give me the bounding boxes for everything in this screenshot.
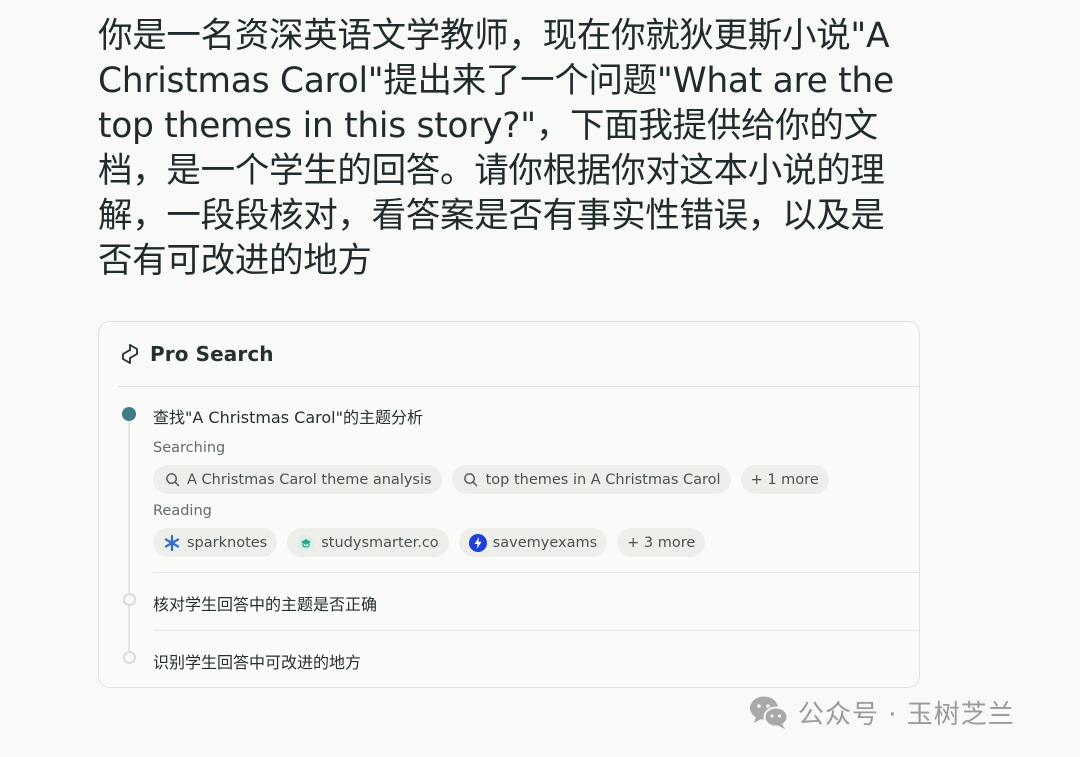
searching-label: Searching bbox=[153, 440, 226, 456]
pro-search-header[interactable]: Pro Search bbox=[118, 342, 274, 366]
step-pending-dot bbox=[122, 593, 136, 606]
step-2-label: 核对学生回答中的主题是否正确 bbox=[153, 595, 378, 614]
pro-search-title: Pro Search bbox=[150, 342, 274, 366]
timeline-line bbox=[128, 422, 130, 662]
more-sources-text: + 3 more bbox=[627, 534, 696, 551]
source-chip-text: studysmarter.co bbox=[321, 534, 439, 551]
studysmarter-icon bbox=[297, 534, 315, 552]
source-chip-text: savemyexams bbox=[492, 534, 598, 551]
watermark: 公众号 · 玉树芝兰 bbox=[748, 692, 1015, 732]
savemyexams-icon bbox=[468, 533, 487, 552]
search-chip[interactable]: A Christmas Carol theme analysis bbox=[153, 465, 442, 494]
source-chip-savemyexams[interactable]: savemyexams bbox=[458, 528, 608, 557]
pro-search-card: Pro Search 查找"A Christmas Carol"的主题分析 Se… bbox=[98, 321, 920, 688]
step-active-dot bbox=[122, 407, 136, 421]
step-1-label: 查找"A Christmas Carol"的主题分析 bbox=[153, 408, 423, 427]
search-query-chips: A Christmas Carol theme analysis top the… bbox=[153, 465, 829, 494]
more-searches-text: + 1 more bbox=[750, 471, 819, 488]
source-chips: sparknotes studysmarter.co savemyexams +… bbox=[153, 528, 706, 557]
search-chip[interactable]: top themes in A Christmas Carol bbox=[451, 465, 731, 494]
more-searches-chip[interactable]: + 1 more bbox=[740, 465, 829, 494]
watermark-text: 公众号 · 玉树芝兰 bbox=[798, 699, 1015, 730]
source-chip-sparknotes[interactable]: sparknotes bbox=[153, 528, 278, 557]
sparknotes-icon bbox=[163, 534, 181, 552]
perplexity-logo-icon bbox=[118, 342, 142, 366]
search-icon bbox=[163, 471, 181, 489]
wechat-icon bbox=[748, 692, 790, 732]
source-chip-studysmarter[interactable]: studysmarter.co bbox=[287, 528, 449, 557]
user-query: 你是一名资深英语文学教师，现在你就狄更斯小说"A Christmas Carol… bbox=[98, 16, 894, 281]
more-sources-chip[interactable]: + 3 more bbox=[617, 528, 706, 557]
source-chip-text: sparknotes bbox=[187, 534, 268, 551]
reading-label: Reading bbox=[153, 503, 212, 519]
step-3-label: 识别学生回答中可改进的地方 bbox=[153, 653, 362, 672]
divider bbox=[118, 386, 919, 387]
search-chip-text: top themes in A Christmas Carol bbox=[485, 471, 721, 488]
search-chip-text: A Christmas Carol theme analysis bbox=[187, 471, 432, 488]
divider bbox=[153, 572, 919, 573]
step-pending-dot bbox=[122, 651, 136, 664]
search-icon bbox=[462, 471, 480, 489]
divider bbox=[153, 630, 919, 631]
